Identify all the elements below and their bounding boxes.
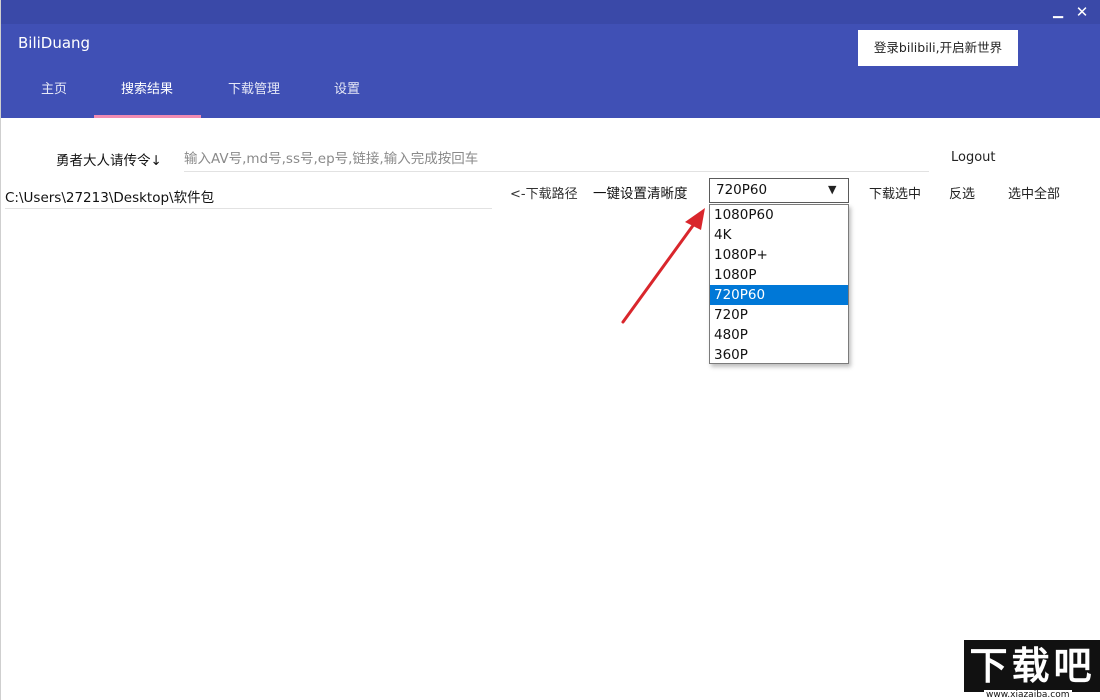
login-button[interactable]: 登录bilibili,开启新世界 — [858, 30, 1018, 66]
quality-select-value: 720P60 — [716, 182, 767, 198]
quality-option[interactable]: 1080P60 — [710, 205, 848, 225]
invert-selection-button[interactable]: 反选 — [949, 183, 975, 202]
watermark-url: www.xiazaiba.com — [984, 690, 1072, 700]
quality-option[interactable]: 720P — [710, 305, 848, 325]
app-window: ▁ ✕ BiliDuang 登录bilibili,开启新世界 主页 搜索结果 下… — [0, 0, 1100, 700]
tab-settings[interactable]: 设置 — [334, 80, 360, 118]
quality-select[interactable]: 720P60 ▼ — [709, 178, 849, 203]
logout-link[interactable]: Logout — [951, 150, 996, 165]
minimize-button[interactable]: ▁ — [1047, 2, 1069, 22]
command-input[interactable] — [184, 146, 929, 172]
red-arrow-icon — [601, 200, 721, 330]
quality-option[interactable]: 1080P — [710, 265, 848, 285]
quality-option-selected[interactable]: 720P60 — [710, 285, 848, 305]
quality-label: 一键设置清晰度 — [593, 182, 688, 202]
close-button[interactable]: ✕ — [1071, 2, 1093, 22]
quality-option[interactable]: 4K — [710, 225, 848, 245]
watermark-logo: 下载吧 www.xiazaiba.com — [964, 640, 1100, 700]
download-path-field[interactable] — [5, 184, 492, 209]
caret-down-icon: ▼ — [828, 183, 836, 196]
tab-home[interactable]: 主页 — [41, 80, 67, 118]
title-bar — [1, 0, 1100, 24]
watermark-text: 下载吧 — [964, 640, 1100, 692]
quality-option[interactable]: 360P — [710, 345, 848, 365]
select-all-button[interactable]: 选中全部 — [1008, 183, 1060, 202]
quality-option[interactable]: 480P — [710, 325, 848, 345]
tab-download-manager[interactable]: 下载管理 — [228, 80, 280, 118]
quality-dropdown-list: 1080P60 4K 1080P+ 1080P 720P60 720P 480P… — [709, 204, 849, 364]
app-title: BiliDuang — [18, 34, 90, 52]
download-path-button[interactable]: <-下载路径 — [510, 183, 578, 202]
active-tab-indicator — [94, 115, 201, 118]
command-label: 勇者大人请传令↓ — [56, 149, 162, 169]
download-selected-button[interactable]: 下载选中 — [869, 183, 921, 202]
quality-option[interactable]: 1080P+ — [710, 245, 848, 265]
tab-search-results[interactable]: 搜索结果 — [121, 80, 173, 118]
